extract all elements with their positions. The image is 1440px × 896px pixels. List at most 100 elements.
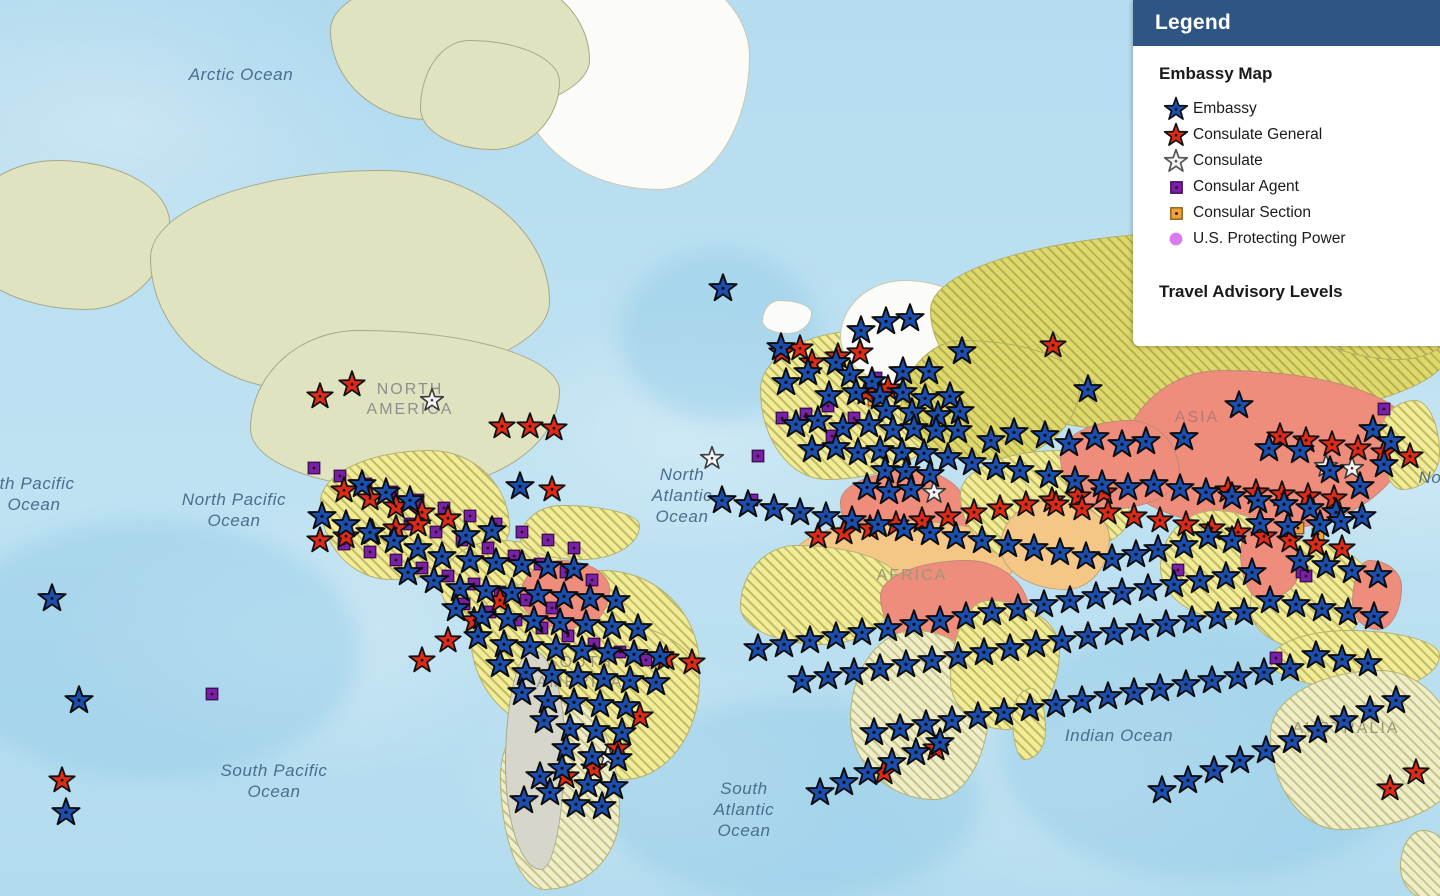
embassy-marker[interactable]	[1223, 661, 1253, 691]
embassy-marker[interactable]	[1277, 725, 1307, 755]
consulate-marker[interactable]	[419, 387, 445, 412]
embassy-marker[interactable]	[859, 717, 889, 747]
embassy-marker[interactable]	[51, 797, 81, 827]
embassy-marker[interactable]	[645, 641, 675, 671]
embassy-marker[interactable]	[896, 474, 926, 504]
embassy-marker[interactable]	[1255, 585, 1285, 615]
embassy-marker[interactable]	[1097, 543, 1127, 573]
embassy-marker[interactable]	[943, 641, 973, 671]
embassy-marker[interactable]	[37, 583, 67, 613]
embassy-marker[interactable]	[463, 621, 493, 651]
embassy-marker[interactable]	[941, 521, 971, 551]
consulate-general-marker[interactable]	[306, 526, 334, 554]
embassy-marker[interactable]	[1173, 765, 1203, 795]
consulate-general-marker[interactable]	[986, 494, 1014, 522]
embassy-marker[interactable]	[837, 505, 867, 535]
embassy-marker[interactable]	[1177, 605, 1207, 635]
embassy-marker[interactable]	[969, 637, 999, 667]
embassy-marker[interactable]	[943, 415, 973, 445]
embassy-marker[interactable]	[1045, 537, 1075, 567]
embassy-marker[interactable]	[505, 471, 535, 501]
embassy-marker[interactable]	[1311, 550, 1341, 580]
legend-item-white-star[interactable]: Consulate	[1159, 148, 1440, 174]
embassy-marker[interactable]	[529, 705, 559, 735]
embassy-marker[interactable]	[1055, 585, 1085, 615]
embassy-marker[interactable]	[1326, 506, 1356, 536]
embassy-marker[interactable]	[795, 625, 825, 655]
embassy-marker[interactable]	[1071, 541, 1101, 571]
embassy-marker[interactable]	[1285, 435, 1315, 465]
embassy-marker[interactable]	[1191, 477, 1221, 507]
consular-agent-marker[interactable]	[541, 533, 555, 547]
embassy-marker[interactable]	[759, 493, 789, 523]
embassy-marker[interactable]	[603, 743, 633, 773]
embassy-marker[interactable]	[1139, 469, 1169, 499]
embassy-marker[interactable]	[1315, 455, 1345, 485]
embassy-marker[interactable]	[1307, 593, 1337, 623]
embassy-marker[interactable]	[607, 717, 637, 747]
embassy-marker[interactable]	[601, 585, 631, 615]
embassy-marker[interactable]	[535, 777, 565, 807]
embassy-marker[interactable]	[1015, 693, 1045, 723]
embassy-marker[interactable]	[575, 583, 605, 613]
embassy-marker[interactable]	[873, 613, 903, 643]
embassy-marker[interactable]	[1237, 557, 1267, 587]
embassy-marker[interactable]	[743, 633, 773, 663]
embassy-marker[interactable]	[1251, 735, 1281, 765]
embassy-marker[interactable]	[537, 659, 567, 689]
embassy-marker[interactable]	[1285, 545, 1315, 575]
embassy-marker[interactable]	[1021, 629, 1051, 659]
embassy-marker[interactable]	[619, 639, 649, 669]
embassy-marker[interactable]	[611, 691, 641, 721]
legend-item-blue-star[interactable]: Embassy	[1159, 96, 1440, 122]
embassy-marker[interactable]	[455, 545, 485, 575]
embassy-marker[interactable]	[1229, 597, 1259, 627]
embassy-marker[interactable]	[1067, 685, 1097, 715]
embassy-marker[interactable]	[1054, 428, 1084, 458]
embassy-marker[interactable]	[813, 661, 843, 691]
embassy-marker[interactable]	[999, 417, 1029, 447]
embassy-marker[interactable]	[1125, 613, 1155, 643]
embassy-marker[interactable]	[1034, 460, 1064, 490]
embassy-marker[interactable]	[1080, 422, 1110, 452]
embassy-marker[interactable]	[1047, 625, 1077, 655]
embassy-marker[interactable]	[1275, 653, 1305, 683]
consulate-general-marker[interactable]	[1039, 331, 1067, 359]
consulate-general-marker[interactable]	[488, 412, 516, 440]
embassy-marker[interactable]	[1197, 665, 1227, 695]
embassy-marker[interactable]	[307, 501, 337, 531]
embassy-marker[interactable]	[1211, 561, 1241, 591]
consulate-marker[interactable]	[699, 445, 725, 470]
embassy-marker[interactable]	[507, 677, 537, 707]
consular-agent-marker[interactable]	[363, 545, 377, 559]
embassy-marker[interactable]	[515, 631, 545, 661]
embassy-marker[interactable]	[993, 529, 1023, 559]
embassy-marker[interactable]	[533, 551, 563, 581]
embassy-marker[interactable]	[485, 649, 515, 679]
embassy-marker[interactable]	[471, 575, 501, 605]
embassy-marker[interactable]	[1119, 677, 1149, 707]
embassy-marker[interactable]	[917, 645, 947, 675]
embassy-marker[interactable]	[481, 547, 511, 577]
embassy-marker[interactable]	[581, 715, 611, 745]
embassy-marker[interactable]	[523, 579, 553, 609]
embassy-marker[interactable]	[1355, 695, 1385, 725]
embassy-marker[interactable]	[708, 273, 738, 303]
embassy-marker[interactable]	[1145, 673, 1175, 703]
embassy-marker[interactable]	[593, 637, 623, 667]
embassy-marker[interactable]	[1353, 648, 1383, 678]
embassy-marker[interactable]	[1133, 573, 1163, 603]
embassy-marker[interactable]	[1273, 511, 1303, 541]
consulate-general-marker[interactable]	[1094, 498, 1122, 526]
embassy-marker[interactable]	[623, 613, 653, 643]
embassy-marker[interactable]	[585, 689, 615, 719]
embassy-marker[interactable]	[925, 605, 955, 635]
embassy-marker[interactable]	[597, 611, 627, 641]
embassy-marker[interactable]	[821, 621, 851, 651]
consulate-general-marker[interactable]	[540, 414, 568, 442]
embassy-marker[interactable]	[1081, 581, 1111, 611]
embassy-marker[interactable]	[641, 667, 671, 697]
embassy-marker[interactable]	[1113, 472, 1143, 502]
embassy-marker[interactable]	[1245, 508, 1275, 538]
embassy-marker[interactable]	[967, 525, 997, 555]
